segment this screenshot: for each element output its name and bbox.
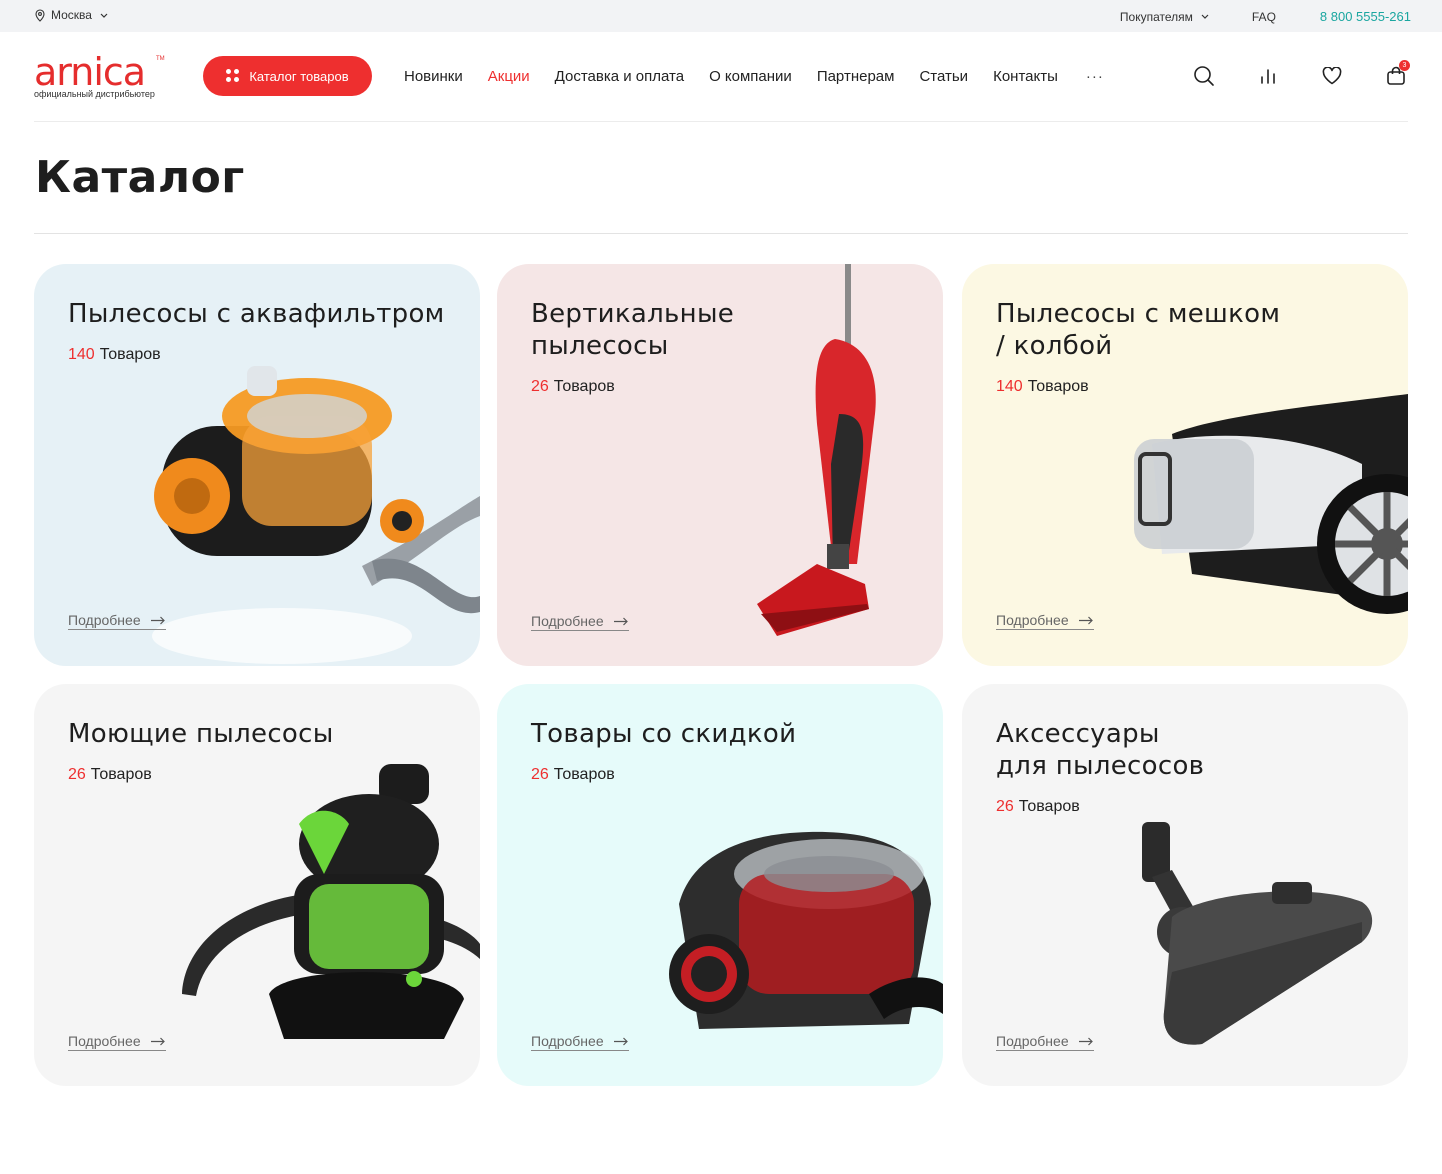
top-bar: Москва Покупателям FAQ 8 800 5555-261	[0, 0, 1442, 32]
more-link-label: Подробнее	[996, 612, 1069, 628]
header-icons: 3	[1192, 60, 1410, 88]
more-link[interactable]: Подробнее	[996, 1033, 1094, 1051]
nav-more-button[interactable]: ···	[1086, 68, 1104, 85]
category-title: Вертикальные пылесосы	[531, 299, 735, 361]
nav-item-promotions[interactable]: Акции	[488, 68, 530, 85]
logo[interactable]: arnica TM официальный дистрибьютер	[34, 50, 169, 102]
category-count: 26 Товаров	[531, 766, 615, 783]
category-count: 26 Товаров	[68, 766, 152, 783]
heart-icon[interactable]	[1320, 64, 1344, 88]
more-link[interactable]: Подробнее	[531, 1033, 629, 1051]
catalog-button-label: Каталог товаров	[249, 68, 349, 84]
category-title: Товары со скидкой	[531, 719, 797, 749]
logo-subtitle: официальный дистрибьютер	[34, 89, 155, 99]
category-card-discount[interactable]: Товары со скидкой 26 Товаров Подробнее	[497, 684, 943, 1086]
buyers-menu[interactable]: Покупателям	[1120, 10, 1209, 24]
category-card-accessories[interactable]: Аксессуары для пылесосов 26 Товаров Подроб…	[962, 684, 1408, 1086]
chevron-down-icon	[100, 13, 108, 18]
nav-item-about[interactable]: О компании	[709, 68, 792, 85]
cart-count-badge: 3	[1399, 60, 1410, 71]
logo-trademark: TM	[156, 56, 165, 62]
main-nav: Новинки Акции Доставка и оплата О компан…	[404, 68, 1129, 85]
faq-link[interactable]: FAQ	[1252, 10, 1276, 24]
stick-vacuum-image	[757, 264, 876, 636]
location-pin-icon	[35, 8, 45, 22]
bagless-vacuum-image	[1134, 394, 1408, 614]
nav-item-contacts[interactable]: Контакты	[993, 68, 1058, 85]
arrow-right-icon	[150, 1037, 165, 1045]
category-count: 26 Товаров	[996, 798, 1080, 815]
chevron-down-icon	[1201, 14, 1209, 19]
nav-item-articles[interactable]: Статьи	[919, 68, 968, 85]
arrow-right-icon	[613, 617, 628, 625]
arrow-right-icon	[150, 616, 165, 624]
aquafilter-vacuum-image	[152, 366, 480, 664]
search-icon[interactable]	[1192, 64, 1216, 88]
logo-wordmark: arnica	[34, 50, 146, 94]
floor-brush-image	[1142, 822, 1373, 1045]
arrow-right-icon	[613, 1037, 628, 1045]
phone-link[interactable]: 8 800 5555-261	[1320, 9, 1411, 24]
more-link-label: Подробнее	[996, 1033, 1069, 1049]
more-link-label: Подробнее	[68, 1033, 141, 1049]
category-count: 140 Товаров	[996, 378, 1089, 395]
category-card-washing[interactable]: Моющие пылесосы 26 Товаров Подробнее	[34, 684, 480, 1086]
category-title: Пылесосы с аквафильтром	[68, 299, 445, 329]
more-link[interactable]: Подробнее	[68, 1033, 166, 1051]
buyers-label: Покупателям	[1119, 9, 1193, 24]
cart-icon[interactable]: 3	[1384, 60, 1410, 88]
arrow-right-icon	[1078, 1037, 1093, 1045]
more-link-label: Подробнее	[531, 1033, 604, 1049]
more-link[interactable]: Подробнее	[996, 612, 1094, 630]
category-title: Моющие пылесосы	[68, 719, 334, 749]
nav-item-new[interactable]: Новинки	[404, 68, 463, 85]
arrow-right-icon	[1078, 616, 1093, 624]
more-link[interactable]: Подробнее	[68, 612, 166, 630]
city-selector[interactable]: Москва	[34, 8, 113, 22]
grid-dots-icon	[226, 69, 240, 83]
discount-vacuum-image	[669, 831, 943, 1029]
category-title: Пылесосы с мешком / колбой	[996, 299, 1281, 361]
category-title: Аксессуары для пылесосов	[996, 719, 1205, 781]
more-link[interactable]: Подробнее	[531, 613, 629, 631]
nav-item-delivery[interactable]: Доставка и оплата	[555, 68, 684, 85]
category-count: 26 Товаров	[531, 378, 615, 395]
compare-icon[interactable]	[1256, 64, 1280, 88]
page-title: Каталог	[35, 152, 245, 203]
nav-item-partners[interactable]: Партнерам	[817, 68, 895, 85]
catalog-button[interactable]: Каталог товаров	[203, 56, 372, 96]
category-card-bag[interactable]: Пылесосы с мешком / колбой 140 Товаров Под…	[962, 264, 1408, 666]
category-card-aquafilter[interactable]: Пылесосы с аквафильтром 140 Товаров Подро…	[34, 264, 480, 666]
more-link-label: Подробнее	[531, 613, 604, 629]
category-card-vertical[interactable]: Вертикальные пылесосы 26 Товаров Подробнее	[497, 264, 943, 666]
title-divider	[34, 233, 1408, 234]
more-link-label: Подробнее	[68, 612, 141, 628]
city-label: Москва	[51, 8, 92, 22]
main-header: arnica TM официальный дистрибьютер Катал…	[34, 32, 1410, 122]
washing-vacuum-image	[182, 764, 480, 1039]
